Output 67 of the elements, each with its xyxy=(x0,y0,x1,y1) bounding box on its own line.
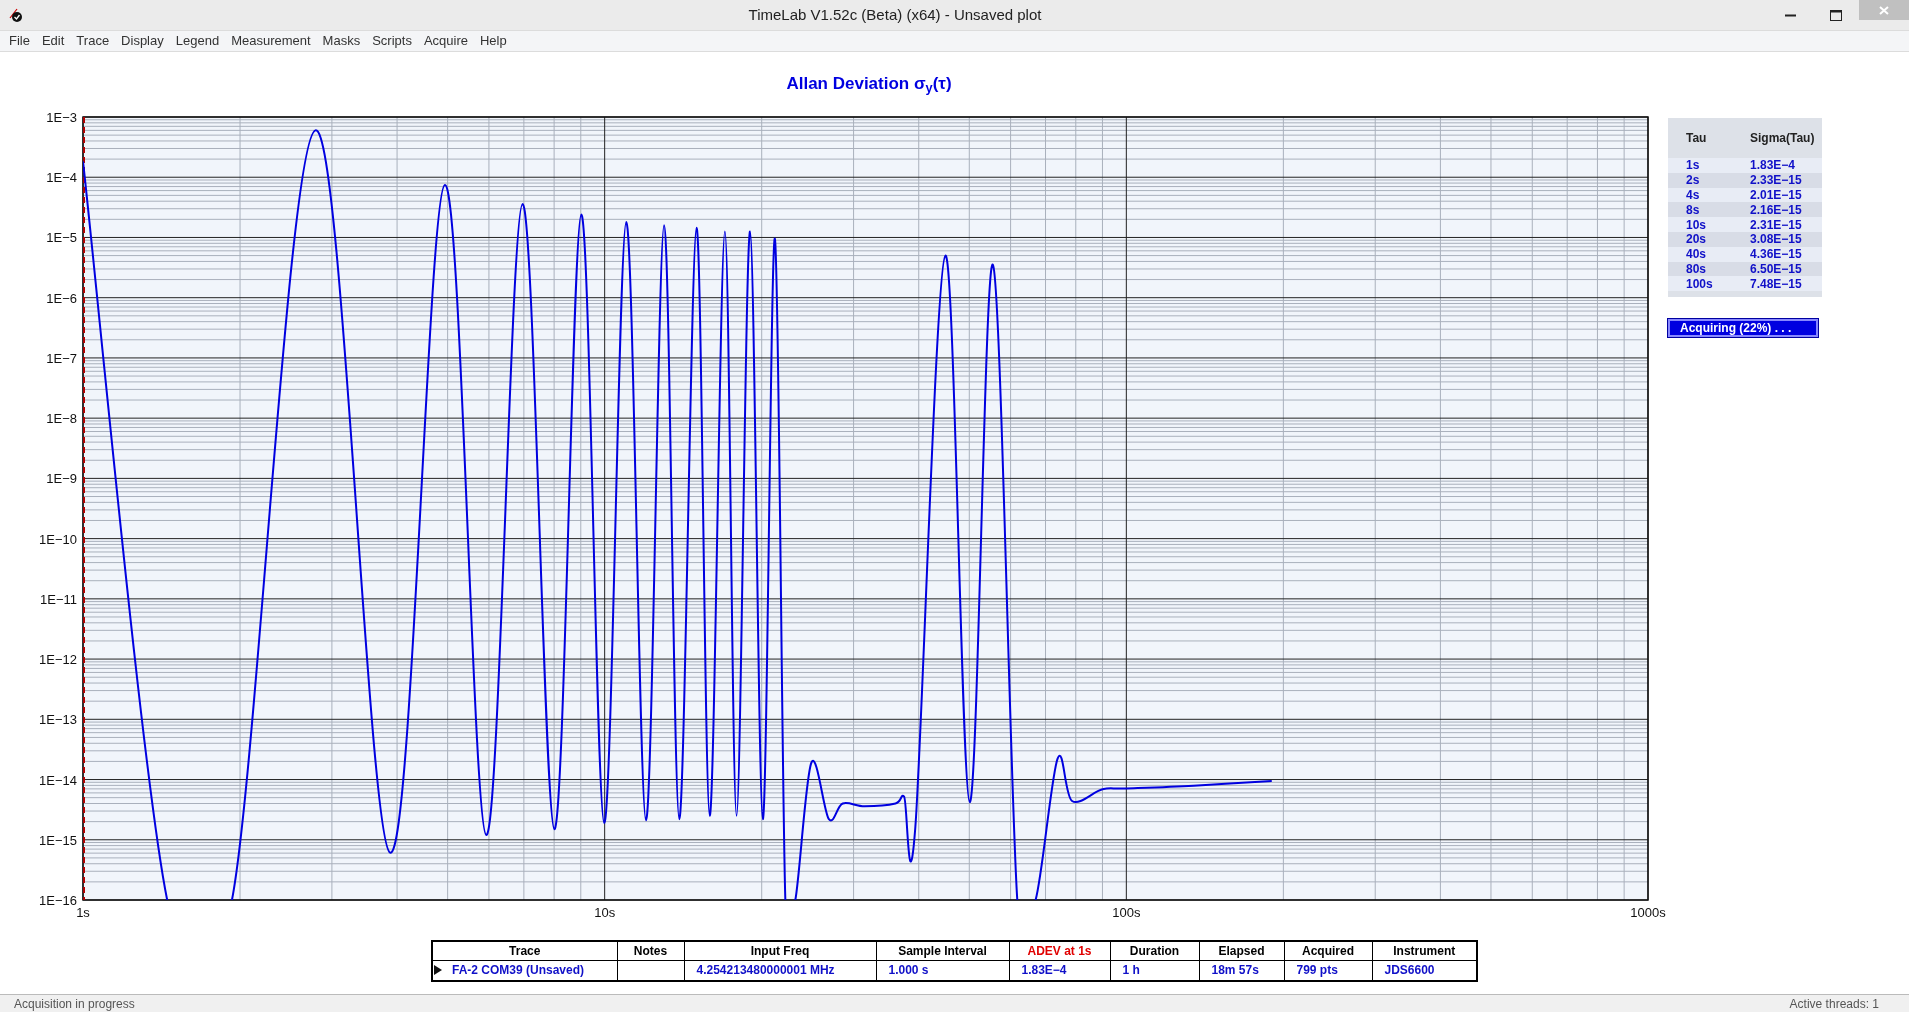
maximize-icon xyxy=(1830,9,1842,21)
table-cell-text: 2.33E−15 xyxy=(1749,172,1802,190)
menu-item[interactable]: Masks xyxy=(316,31,367,51)
table-cell-text: 10s xyxy=(1685,216,1708,234)
table-cell-text: 2s xyxy=(1685,172,1701,190)
close-icon xyxy=(1879,5,1889,15)
menu-item[interactable]: File xyxy=(3,31,36,51)
window-title: TimeLab V1.52c (Beta) (x64) - Unsaved plot xyxy=(748,6,1042,23)
axis-label: 1E−4 xyxy=(46,170,77,186)
axis-label: 1s xyxy=(76,905,90,920)
axis-label: 1E−13 xyxy=(39,712,77,728)
row-pointer-icon xyxy=(434,965,442,976)
axis-label: 1E−3 xyxy=(46,110,77,125)
table-cell-text: 3.08E−15 xyxy=(1749,231,1802,249)
table-cell-text: 4.36E−15 xyxy=(1749,246,1802,264)
menu-item[interactable]: Help xyxy=(474,31,513,51)
menu-item[interactable]: Display xyxy=(115,31,170,51)
column-header: Notes xyxy=(617,941,684,961)
status-text: Active threads: 1 xyxy=(1789,995,1879,1012)
table-cell-text: 2.01E−15 xyxy=(1749,187,1802,204)
axis-label: 1E−6 xyxy=(46,290,77,306)
axis-label: 10s xyxy=(594,905,616,920)
axis-label: 1000s xyxy=(1630,905,1666,920)
status-text: Acquisition in progress xyxy=(14,995,135,1012)
axis-label: 100s xyxy=(1112,905,1141,920)
menu-item[interactable]: Measurement xyxy=(225,31,317,51)
table-cell-text: 1.83E−4 xyxy=(1749,157,1796,175)
column-header: Trace xyxy=(432,941,617,961)
menu-item[interactable]: Edit xyxy=(35,31,71,51)
menu-item[interactable]: Legend xyxy=(169,31,226,51)
axis-label: 1E−16 xyxy=(39,893,77,908)
table-cell-text: FA-2 COM39 (Unsaved) xyxy=(452,962,585,980)
axis-label: 1E−12 xyxy=(39,652,77,668)
table-cell-text: 20s xyxy=(1685,231,1708,249)
menu-item[interactable]: Acquire xyxy=(417,31,474,51)
status-label: Acquiring (22%) . . . xyxy=(1668,319,1818,338)
table-cell-text: 80s xyxy=(1685,261,1708,278)
table-cell-text: 2.31E−15 xyxy=(1749,216,1802,234)
column-header: Elapsed xyxy=(1199,941,1284,961)
axis-label: 1E−14 xyxy=(39,772,77,788)
table-cell-text: 2.16E−15 xyxy=(1749,201,1802,219)
table-cell-text: 1s xyxy=(1685,157,1701,175)
app-icon xyxy=(7,7,23,23)
column-header: Input Freq xyxy=(684,941,876,961)
menu-item[interactable]: Trace xyxy=(70,31,116,51)
axis-label: 1E−7 xyxy=(46,350,77,366)
column-header: Acquired xyxy=(1284,941,1372,961)
column-header: Duration xyxy=(1110,941,1199,961)
axis-label: 1E−15 xyxy=(39,832,77,848)
column-header: Sigma(Tau) xyxy=(1749,130,1815,147)
axis-label: 1E−9 xyxy=(46,471,77,487)
minimize-icon xyxy=(1784,13,1796,17)
table-cell-text: 40s xyxy=(1685,246,1708,264)
axis-label: 1E−8 xyxy=(46,411,77,427)
table-cell-text: 100s xyxy=(1685,275,1714,293)
column-header: Sample Interval xyxy=(876,941,1009,961)
table-cell-text: 7.48E−15 xyxy=(1749,275,1802,293)
table-cell-text: 4s xyxy=(1685,187,1701,204)
column-header: Tau xyxy=(1685,130,1708,147)
chart-title: Allan Deviation σ$_{y}$(τ) xyxy=(786,72,952,96)
axis-label: 1E−11 xyxy=(40,591,77,607)
column-header: ADEV at 1s xyxy=(1009,941,1110,961)
axis-label: 1E−5 xyxy=(46,230,77,246)
axis-label: 1E−10 xyxy=(39,531,77,547)
table-cell-text: 6.50E−15 xyxy=(1749,261,1802,278)
menu-item[interactable]: Scripts xyxy=(366,31,418,51)
table-cell-text: 8s xyxy=(1685,201,1701,219)
